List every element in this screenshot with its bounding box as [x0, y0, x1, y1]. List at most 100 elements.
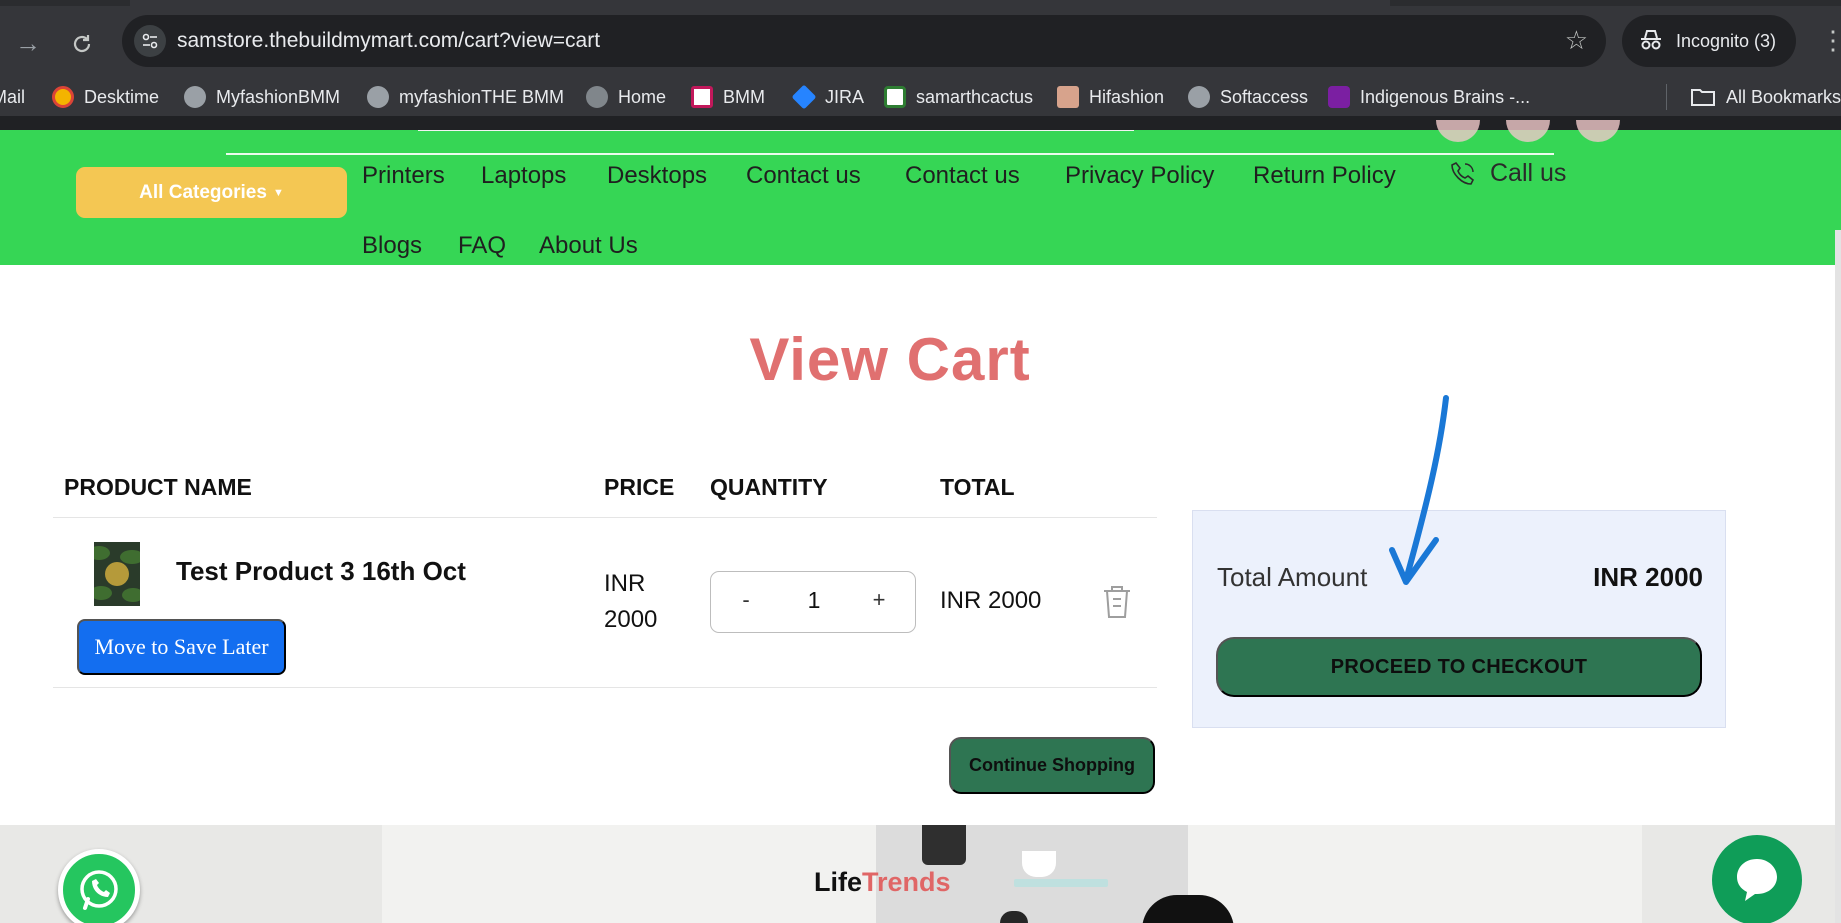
trash-icon[interactable] — [1100, 584, 1134, 620]
nav-link-privacy-policy[interactable]: Privacy Policy — [1065, 162, 1214, 190]
site-navigation: All Categories ▼ Printers Laptops Desktop… — [0, 120, 1841, 265]
caret-down-icon: ▼ — [272, 186, 284, 199]
increase-quantity-button[interactable]: + — [864, 587, 894, 613]
forward-arrow-icon[interactable]: → — [12, 28, 44, 60]
continue-shopping-button[interactable]: Continue Shopping — [949, 737, 1155, 794]
header-price: PRICE — [604, 474, 675, 500]
incognito-icon — [1641, 30, 1661, 50]
product-name[interactable]: Test Product 3 16th Oct — [176, 556, 466, 587]
all-categories-button[interactable]: All Categories ▼ — [76, 167, 347, 218]
nav-link-faq[interactable]: FAQ — [458, 232, 506, 260]
bookmark-myfashionthebmm[interactable]: myfashionTHE BMM — [367, 85, 564, 109]
url-text[interactable]: samstore.thebuildmymart.com/cart?view=ca… — [177, 29, 600, 53]
bookmarks-separator — [1666, 84, 1667, 110]
nav-link-blogs[interactable]: Blogs — [362, 232, 422, 260]
bookmark-label: Indigenous Brains -... — [1360, 86, 1531, 107]
header-total: TOTAL — [940, 474, 1015, 500]
reload-icon[interactable] — [66, 28, 98, 60]
bookmark-label: Hifashion — [1089, 86, 1165, 107]
table-divider — [53, 687, 1157, 688]
hifashion-icon — [1057, 86, 1079, 108]
nav-link-contact-us-2[interactable]: Contact us — [905, 162, 1020, 190]
bookmark-label: MyfashionBMM — [216, 86, 341, 107]
social-icon[interactable] — [1436, 120, 1480, 142]
nav-link-contact-us[interactable]: Contact us — [746, 162, 861, 190]
browser-chrome: → samstore.thebuildmymart.com/cart?view=… — [0, 0, 1841, 130]
bookmark-bmm[interactable]: BMM — [691, 85, 765, 109]
site-settings-icon[interactable] — [134, 25, 166, 57]
bookmark-softaccess[interactable]: Softaccess — [1188, 85, 1308, 109]
desktime-icon — [52, 86, 74, 108]
nav-link-return-policy[interactable]: Return Policy — [1253, 162, 1396, 190]
total-amount-value: INR 2000 — [1593, 562, 1703, 592]
incognito-indicator[interactable]: Incognito (3) — [1622, 15, 1796, 67]
bookmark-label: Softaccess — [1220, 86, 1309, 107]
bookmark-mail[interactable]: Mail — [0, 85, 25, 109]
price-amount: 2000 — [604, 606, 658, 633]
bookmark-label: BMM — [723, 86, 765, 107]
bookmark-myfashionbmm[interactable]: MyfashionBMM — [184, 85, 340, 109]
move-to-save-later-button[interactable]: Move to Save Later — [77, 619, 286, 675]
chat-bubble-icon — [1737, 859, 1777, 901]
price-currency: INR — [604, 570, 646, 597]
quantity-value[interactable]: 1 — [796, 587, 832, 614]
bmm-icon — [691, 86, 713, 108]
incognito-label: Incognito (3) — [1676, 31, 1777, 51]
bookmark-hifashion[interactable]: Hifashion — [1057, 85, 1164, 109]
globe-icon — [367, 86, 389, 108]
all-bookmarks[interactable]: All Bookmarks — [1690, 85, 1841, 109]
social-icon[interactable] — [1576, 120, 1620, 142]
lamp-shape — [922, 825, 966, 865]
footer-banner: LifeTrends — [0, 825, 1841, 923]
nav-divider — [226, 153, 1554, 155]
nav-link-laptops[interactable]: Laptops — [481, 162, 566, 190]
proceed-to-checkout-button[interactable]: PROCEED TO CHECKOUT — [1216, 637, 1702, 697]
call-us-link[interactable]: Call us — [1450, 159, 1566, 188]
nav-link-desktops[interactable]: Desktops — [607, 162, 707, 190]
bookmark-desktime[interactable]: Desktime — [52, 85, 159, 109]
whatsapp-button[interactable] — [58, 849, 140, 923]
bookmarks-bar: Mail Desktime MyfashionBMM myfashionTHE … — [0, 76, 1841, 116]
browser-toolbar: → samstore.thebuildmymart.com/cart?view=… — [0, 6, 1841, 76]
folder-icon — [1691, 89, 1715, 106]
nav-link-printers[interactable]: Printers — [362, 162, 445, 190]
table-divider — [53, 517, 1157, 518]
product-thumbnail[interactable] — [94, 542, 140, 606]
page-title: View Cart — [749, 326, 1031, 393]
brand-part-1: Life — [814, 867, 863, 897]
all-categories-label: All Categories — [139, 181, 267, 203]
jira-icon — [791, 84, 817, 110]
bookmark-indigenous-brains[interactable]: Indigenous Brains -... — [1328, 85, 1530, 109]
all-bookmarks-label: All Bookmarks — [1726, 86, 1841, 107]
live-chat-button[interactable] — [1712, 835, 1802, 923]
header-product-name: PRODUCT NAME — [64, 474, 252, 500]
nav-link-about-us[interactable]: About Us — [539, 232, 638, 260]
search-bar-edge — [418, 130, 1134, 131]
brand-logo[interactable]: LifeTrends — [814, 867, 951, 898]
quantity-stepper: - 1 + — [710, 571, 916, 633]
bookmark-label: myfashionTHE BMM — [399, 86, 565, 107]
bookmark-samarthcactus[interactable]: samarthcactus — [884, 85, 1033, 109]
line-total: INR 2000 — [940, 587, 1042, 614]
header-quantity: QUANTITY — [710, 474, 828, 500]
call-us-label: Call us — [1490, 159, 1567, 187]
bookmark-label: Desktime — [84, 86, 160, 107]
bookmark-label: Home — [618, 86, 667, 107]
total-amount-label: Total Amount — [1217, 562, 1368, 592]
bookmark-star-icon[interactable]: ☆ — [1565, 26, 1588, 54]
shelf-shape — [1014, 879, 1108, 887]
product-price: INR 2000 — [604, 566, 674, 638]
decrease-quantity-button[interactable]: - — [731, 587, 761, 613]
indigenous-brains-icon — [1328, 86, 1350, 108]
globe-icon — [184, 86, 206, 108]
more-menu-icon[interactable]: ⋮ — [1820, 26, 1841, 54]
social-icon[interactable] — [1506, 120, 1550, 142]
bookmark-home[interactable]: Home — [586, 85, 666, 109]
page-scrollbar[interactable] — [1835, 230, 1841, 923]
whatsapp-icon — [80, 870, 118, 910]
bookmark-label: samarthcactus — [916, 86, 1034, 107]
address-bar[interactable]: samstore.thebuildmymart.com/cart?view=ca… — [122, 15, 1606, 67]
bookmark-label: Mail — [0, 86, 26, 107]
bookmark-jira[interactable]: JIRA — [791, 84, 864, 110]
globe-icon — [1188, 86, 1210, 108]
